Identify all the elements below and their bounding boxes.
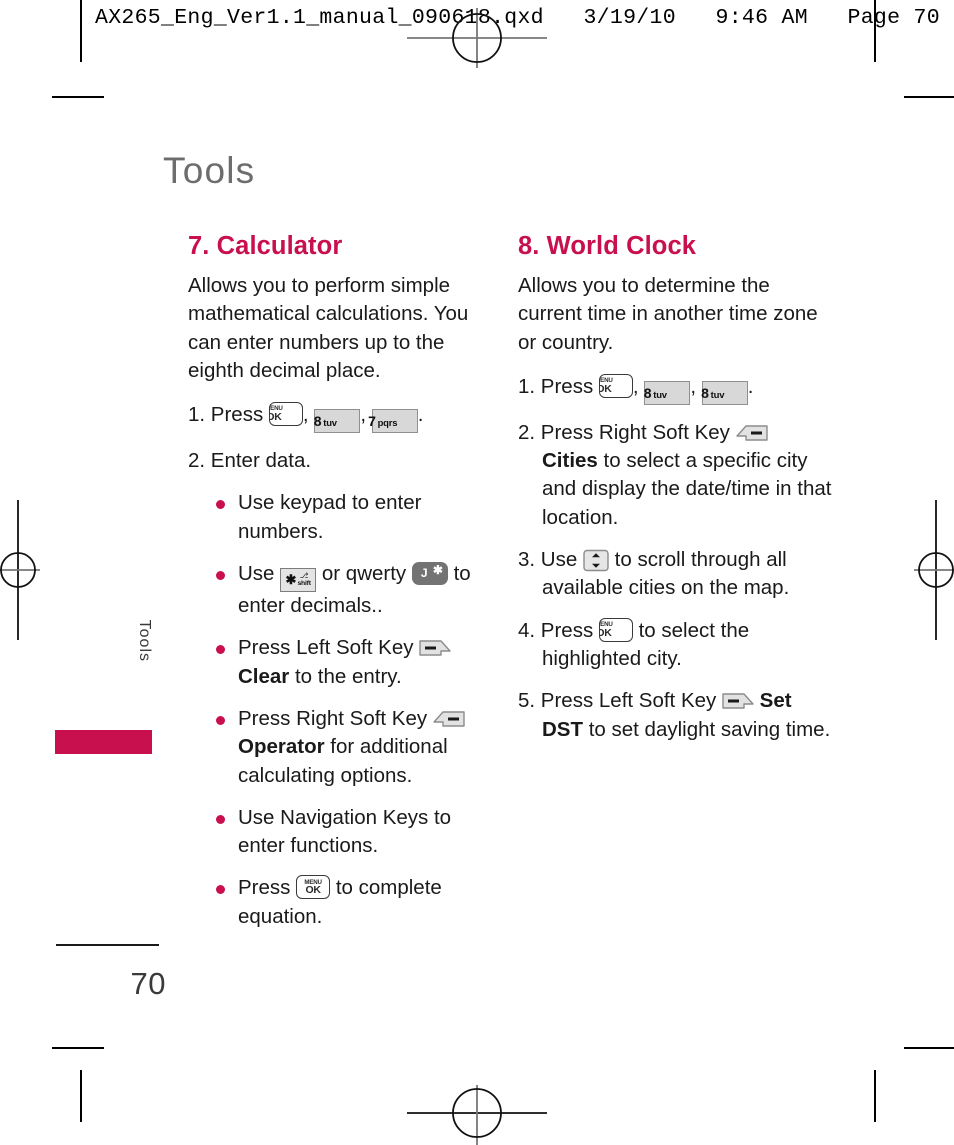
world-clock-step-2-bold: Cities bbox=[542, 449, 598, 473]
page-number: 70 bbox=[130, 966, 166, 1001]
crop-mark-top-right bbox=[904, 96, 954, 98]
menu-ok-key-bottom-label: OK bbox=[270, 411, 282, 424]
calculator-step-1-sep1: , bbox=[302, 403, 309, 427]
star-shift-key-lock-glyph: ⎇ bbox=[299, 570, 309, 580]
keypad-key-8-icon: 8 tuv bbox=[643, 380, 691, 405]
qwerty-j-star-key-icon: J ✱ bbox=[411, 562, 448, 586]
world-clock-step-3-post: to scroll through all available cities o… bbox=[542, 548, 790, 600]
up-down-navigation-key-icon bbox=[583, 549, 609, 572]
world-clock-step-5-pre: 5. Press Left Soft Key bbox=[518, 689, 717, 713]
menu-ok-key-icon: MENU OK bbox=[598, 373, 633, 398]
menu-ok-key-icon: MENU OK bbox=[598, 617, 633, 642]
keypad-key-8-letters: tuv bbox=[653, 389, 667, 401]
calculator-intro-paragraph: Allows you to perform simple mathematica… bbox=[188, 274, 469, 382]
qwerty-j-star-key-letter: J bbox=[420, 566, 428, 581]
world-clock-step-3-pre: 3. Use bbox=[518, 548, 578, 572]
keypad-key-7-icon: 7 pqrs bbox=[368, 409, 418, 434]
page-title: Tools bbox=[163, 150, 256, 191]
calculator-step-1-prefix: 1. Press bbox=[188, 403, 264, 427]
crop-mark-bottom-right bbox=[904, 1047, 954, 1049]
calculator-bullet-3-pre: Press Left Soft Key bbox=[238, 636, 414, 660]
crop-mark-bottom-left-v bbox=[80, 1070, 82, 1122]
calculator-bullet-3-post: to the entry. bbox=[294, 664, 402, 688]
world-clock-step-2-pre: 2. Press Right Soft Key bbox=[518, 420, 730, 444]
world-clock-intro-paragraph: Allows you to determine the current time… bbox=[518, 274, 818, 354]
calculator-bullet-2-pre: Use bbox=[238, 562, 275, 586]
keypad-key-7-digit: 7 bbox=[368, 413, 376, 430]
list-item: Press Right Soft Key Operator for additi… bbox=[216, 705, 488, 790]
registration-mark-left bbox=[0, 500, 40, 640]
right-soft-key-icon bbox=[735, 423, 768, 443]
proof-rule-left bbox=[80, 0, 82, 62]
left-soft-key-icon bbox=[722, 691, 754, 711]
list-item: Use Navigation Keys to enter functions. bbox=[216, 804, 488, 861]
keypad-key-8-icon: 8 tuv bbox=[313, 409, 361, 434]
world-clock-step-4: 4. Press MENU OK to select the highlight… bbox=[518, 617, 838, 674]
keypad-key-8-letters: tuv bbox=[323, 418, 337, 430]
list-item: Use keypad to enter numbers. bbox=[216, 489, 488, 546]
keypad-key-8-icon: 8 tuv bbox=[701, 380, 748, 405]
keypad-key-8-letters: tuv bbox=[710, 389, 725, 401]
world-clock-step-4-pre: 4. Press bbox=[518, 618, 594, 642]
section-world-clock: 8. World Clock Allows you to determine t… bbox=[518, 232, 838, 758]
calculator-step-2: 2. Enter data. bbox=[188, 449, 312, 473]
keypad-key-8-digit: 8 bbox=[701, 384, 709, 401]
proof-rule-right bbox=[874, 0, 876, 62]
list-item: Press Left Soft Key Clear to the entry. bbox=[216, 634, 488, 691]
calculator-bullet-6-pre: Press bbox=[238, 876, 291, 900]
menu-ok-key-bottom-label: OK bbox=[600, 382, 612, 395]
section-calculator: 7. Calculator Allows you to perform simp… bbox=[188, 232, 488, 945]
side-tab-bar bbox=[55, 730, 152, 754]
calculator-bullet-5-text: Use Navigation Keys to enter functions. bbox=[238, 805, 452, 858]
calculator-bullet-2-mid: or qwerty bbox=[321, 562, 407, 586]
star-shift-key-icon: ✱ ⎇ shift bbox=[280, 568, 317, 593]
registration-mark-bottom bbox=[407, 1085, 547, 1145]
registration-mark-top bbox=[407, 8, 547, 68]
calculator-bullet-4-pre: Press Right Soft Key bbox=[238, 706, 428, 730]
side-tab-label: Tools bbox=[136, 619, 153, 662]
world-clock-step-5-post: to set daylight saving time. bbox=[588, 717, 831, 741]
menu-ok-key-bottom-label: OK bbox=[305, 884, 321, 897]
list-item: Press MENU OK to complete equation. bbox=[216, 874, 488, 931]
world-clock-step-1-sep2: , bbox=[690, 374, 697, 398]
star-shift-key-label: shift bbox=[297, 579, 311, 587]
world-clock-step-3: 3. Use to scroll through all available c… bbox=[518, 546, 838, 603]
registration-mark-right bbox=[914, 500, 954, 640]
world-clock-step-1: 1. Press MENU OK , 8tuv , 8tuv . bbox=[518, 373, 838, 405]
list-item: Use ✱ ⎇ shift or qwerty J ✱ to enter dec… bbox=[216, 560, 488, 620]
calculator-step-1-sep2: , bbox=[360, 403, 367, 427]
manual-page: AX265_Eng_Ver1.1_manual_090618.qxd 3/19/… bbox=[0, 0, 954, 1145]
calculator-step-1-end: . bbox=[417, 403, 424, 427]
left-soft-key-icon bbox=[419, 638, 451, 658]
right-soft-key-icon bbox=[433, 709, 465, 729]
keypad-key-8-digit: 8 bbox=[313, 413, 322, 430]
keypad-key-7-letters: pqrs bbox=[377, 418, 398, 430]
calculator-bullet-list: Use keypad to enter numbers. Use ✱ ⎇ shi… bbox=[188, 489, 488, 931]
footer-divider bbox=[56, 944, 159, 946]
menu-ok-key-icon: MENU OK bbox=[296, 875, 331, 900]
world-clock-step-1-sep1: , bbox=[632, 374, 639, 398]
section-heading-calculator: 7. Calculator bbox=[188, 232, 343, 260]
crop-mark-top-left bbox=[52, 96, 104, 98]
world-clock-step-2: 2. Press Right Soft Key Cities to select… bbox=[518, 419, 838, 532]
calculator-bullet-4-bold: Operator bbox=[238, 735, 325, 759]
world-clock-step-1-prefix: 1. Press bbox=[518, 374, 594, 398]
keypad-key-8-digit: 8 bbox=[643, 384, 652, 401]
calculator-bullet-3-bold: Clear bbox=[238, 664, 290, 688]
world-clock-step-5: 5. Press Left Soft Key Set DST to set da… bbox=[518, 687, 838, 744]
section-heading-world-clock: 8. World Clock bbox=[518, 232, 697, 260]
calculator-step-1: 1. Press MENU OK , 8tuv , 7pqrs . bbox=[188, 401, 488, 434]
crop-mark-bottom-left bbox=[52, 1047, 104, 1049]
star-shift-key-star-glyph: ✱ bbox=[285, 571, 297, 587]
menu-ok-key-icon: MENU OK bbox=[268, 402, 303, 427]
crop-mark-bottom-right-v bbox=[874, 1070, 876, 1122]
calculator-bullet-1-text: Use keypad to enter numbers. bbox=[238, 491, 422, 543]
world-clock-step-1-end: . bbox=[747, 374, 754, 398]
qwerty-j-star-key-star: ✱ bbox=[432, 562, 443, 577]
menu-ok-key-bottom-label: OK bbox=[600, 626, 612, 639]
